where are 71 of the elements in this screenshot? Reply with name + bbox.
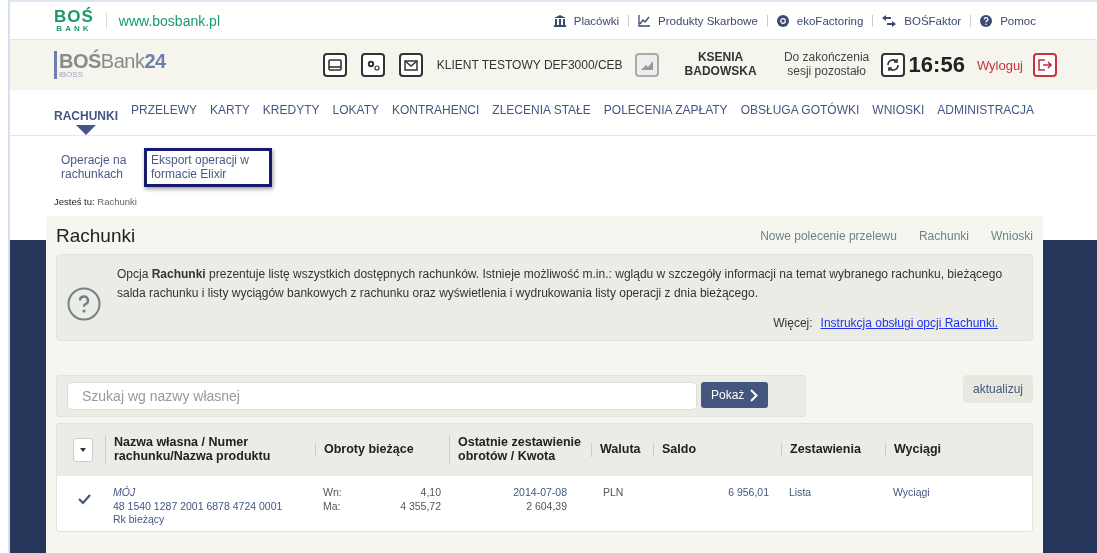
top-link[interactable]: ekoFactoring (766, 14, 873, 27)
column-header: Wyciągi (885, 443, 1032, 458)
subnav-link[interactable]: Eksport operacji w formacie Elixir (144, 148, 272, 187)
statement-date[interactable]: 2014-07-08 (449, 486, 575, 500)
tablet-icon[interactable] (322, 53, 347, 77)
nav-tab[interactable]: KREDYTY (262, 103, 320, 135)
user-name: KSENIA BADOWSKA (683, 51, 758, 79)
refresh-button[interactable]: aktualizuj (962, 375, 1033, 404)
account-name[interactable]: MÓJ (105, 486, 315, 500)
info-text: Opcja Rachunki prezentuje listę wszystkich dostępnych rachunków. Istnieje możliwość m.in.: wglądu w szczegóły informacji na temat wybranego rachunku, bieżącego salda rachunku i listy wyciągów bankowych z rachunku oraz wyświetlenia i wydrukowania listy operacji z dnia bieżącego. (117, 266, 1004, 302)
site-link[interactable]: www.bosbank.pl (105, 12, 220, 29)
action-link[interactable]: Wnioski (991, 229, 1033, 243)
row-checkbox[interactable] (77, 492, 91, 507)
bank-icon (553, 14, 566, 27)
logout-link[interactable]: Wyloguj (976, 57, 1023, 73)
nav-tab[interactable]: KARTY (210, 103, 250, 135)
nav-tab[interactable]: RACHUNKI (54, 109, 118, 135)
nav-tab[interactable]: ADMINISTRACJA (937, 103, 1034, 135)
credit-amount: 4 355,72 (399, 499, 441, 514)
statements-link[interactable]: Lista (781, 486, 885, 500)
column-header: Zestawienia (781, 443, 885, 458)
credit-label: Ma: (323, 499, 342, 514)
mail-icon[interactable] (398, 53, 423, 77)
nav-tab[interactable]: KONTRAHENCI (391, 103, 480, 135)
action-link[interactable]: Nowe polecenie przelewu (760, 229, 897, 243)
more-label: Więcej: (773, 316, 813, 331)
product-name: Rk bieżący (112, 513, 166, 528)
subnav-link[interactable]: Operacje na rachunkach (54, 148, 140, 187)
debit-label: Wn: (323, 486, 343, 500)
top-link[interactable]: Pomoc (970, 14, 1045, 27)
action-link[interactable]: Rachunki (918, 229, 969, 243)
column-header: Saldo (653, 443, 781, 458)
logout-icon[interactable] (1033, 53, 1057, 77)
chevron-icon (750, 388, 759, 402)
top-link[interactable]: Produkty Skarbowe (628, 14, 767, 27)
image-icon[interactable] (634, 53, 659, 77)
breadcrumb: Jesteś tu: Rachunki (53, 196, 138, 208)
balance-cell-text: 6 956,01 (727, 486, 770, 500)
statement-amount: 2 604,39 (525, 499, 568, 514)
currency-cell-text: PLN (602, 486, 625, 500)
help-icon (67, 287, 101, 321)
session-timer: 16:56 (908, 52, 965, 78)
help-icon (980, 14, 993, 27)
column-header: Ostatnie zestawienie obrotów / Kwota (449, 436, 591, 464)
nav-tab[interactable]: WNIOSKI (872, 103, 925, 135)
caret-icon (80, 448, 86, 453)
account-number[interactable]: 48 1540 1287 2001 6878 4724 0001 (105, 499, 315, 514)
session-label: Do zakończenia sesji pozostało (782, 51, 871, 79)
client-name: KLIENT TESTOWY DEF3000/CEB (436, 58, 623, 72)
bank-logo[interactable]: BOŚ BANK (54, 8, 94, 33)
show-button[interactable]: Pokaż (701, 382, 769, 409)
brand-logo[interactable]: BOŚBank24 iBOSS (54, 51, 166, 79)
line-chart-icon (638, 14, 651, 27)
nav-tab[interactable]: OBSŁUGA GOTÓWKI (740, 103, 860, 135)
extracts-link[interactable]: Wyciągi (885, 486, 1032, 500)
swap-arrows-icon (882, 14, 897, 27)
dropdown-button[interactable] (73, 438, 93, 463)
column-header: Obroty bieżące (315, 443, 449, 458)
nav-tab[interactable]: ZLECENIA STAŁE (492, 103, 591, 135)
refresh-icon[interactable] (880, 53, 905, 77)
debit-amount: 4,10 (419, 486, 441, 500)
manual-link[interactable]: Instrukcja obsługi opcji Rachunki. (820, 316, 998, 331)
page-title: Rachunki (56, 225, 136, 247)
top-link[interactable]: Placówki (544, 14, 629, 27)
top-link[interactable]: BOŚFaktor (872, 14, 971, 27)
nav-tab[interactable]: POLECENIA ZAPŁATY (603, 103, 728, 135)
column-header: Waluta (591, 443, 653, 458)
column-header: Nazwa własna / Numer rachunku/Nazwa produktu (105, 436, 315, 464)
nav-tab[interactable]: PRZELEWY (131, 103, 197, 135)
search-field[interactable]: Szukaj wg nazwy własnej (67, 382, 697, 411)
nav-tab[interactable]: LOKATY (332, 103, 379, 135)
